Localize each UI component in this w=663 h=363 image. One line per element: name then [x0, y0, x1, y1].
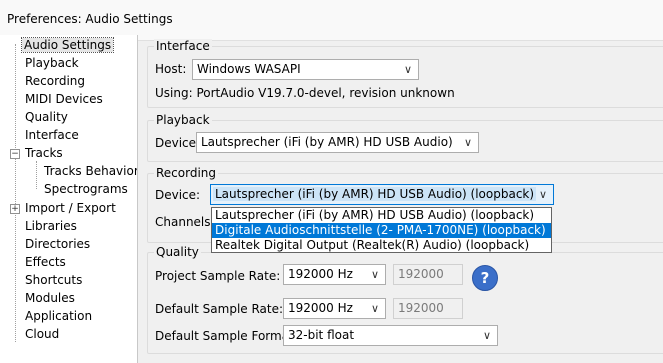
recording-group-title: Recording [154, 166, 219, 180]
tree-item-directories[interactable]: Directories [25, 235, 90, 253]
quality-group-title: Quality [154, 245, 201, 259]
tree-item-playback[interactable]: Playback [25, 54, 79, 72]
tree-item-quality[interactable]: Quality [25, 108, 68, 126]
recording-device-select[interactable]: Lautsprecher (iFi (by AMR) HD USB Audio)… [210, 184, 554, 205]
interface-group-title: Interface [154, 39, 212, 53]
host-select[interactable]: Windows WASAPI ∨ [192, 59, 419, 80]
project-sample-rate-input[interactable]: 192000 [393, 264, 463, 285]
playback-device-label: Device: [155, 136, 201, 150]
default-sample-format-label: Default Sample Format: [155, 329, 298, 343]
tree-item-shortcuts[interactable]: Shortcuts [25, 271, 82, 289]
chevron-down-icon: ∨ [370, 268, 379, 281]
tree-item-tracks[interactable]: Tracks [25, 144, 63, 162]
expand-icon[interactable]: + [10, 204, 20, 214]
tree-item-import-export[interactable]: Import / Export [25, 199, 116, 217]
recording-device-label: Device: [155, 188, 201, 202]
default-sample-rate-label: Default Sample Rate: [155, 302, 284, 316]
using-text: Using: PortAudio V19.7.0-devel, revision… [155, 86, 455, 100]
category-tree[interactable]: Audio Settings Playback Recording MIDI D… [0, 35, 138, 363]
dropdown-option-highlighted[interactable]: Digitale Audioschnittstelle (2- PMA-1700… [212, 223, 551, 238]
tree-item-effects[interactable]: Effects [25, 253, 66, 271]
host-label: Host: [155, 62, 187, 76]
tree-item-libraries[interactable]: Libraries [25, 217, 77, 235]
collapse-icon[interactable]: − [10, 149, 20, 159]
chevron-down-icon: ∨ [538, 188, 547, 201]
tree-item-cloud[interactable]: Cloud [25, 325, 59, 343]
tree-item-tracks-behaviors[interactable]: Tracks Behaviors [44, 162, 137, 180]
default-sample-format-select[interactable]: 32-bit float ∨ [283, 325, 498, 346]
dropdown-option[interactable]: Realtek Digital Output (Realtek(R) Audio… [212, 238, 551, 253]
tree-item-modules[interactable]: Modules [25, 289, 75, 307]
tree-item-application[interactable]: Application [25, 307, 92, 325]
playback-group-title: Playback [154, 113, 212, 127]
default-sample-rate-select[interactable]: 192000 Hz ∨ [283, 298, 386, 319]
project-sample-rate-label: Project Sample Rate: [155, 269, 281, 283]
window-title: Preferences: Audio Settings [7, 12, 173, 26]
chevron-down-icon: ∨ [463, 136, 472, 149]
default-sample-rate-input[interactable]: 192000 [393, 298, 463, 319]
recording-device-dropdown[interactable]: Lautsprecher (iFi (by AMR) HD USB Audio)… [211, 207, 552, 253]
channels-label: Channels: [155, 215, 215, 229]
tree-item-interface[interactable]: Interface [25, 126, 79, 144]
chevron-down-icon: ∨ [403, 63, 412, 76]
tree-item-recording[interactable]: Recording [25, 72, 85, 90]
help-icon[interactable]: ? [472, 265, 498, 291]
tree-item-audio-settings[interactable]: Audio Settings [20, 36, 115, 54]
project-sample-rate-select[interactable]: 192000 Hz ∨ [283, 264, 386, 285]
playback-device-select[interactable]: Lautsprecher (iFi (by AMR) HD USB Audio)… [196, 132, 479, 153]
tree-item-midi-devices[interactable]: MIDI Devices [25, 90, 103, 108]
tree-guide-line [15, 44, 16, 342]
chevron-down-icon: ∨ [370, 302, 379, 315]
tree-guide-line [36, 161, 37, 189]
chevron-down-icon: ∨ [482, 329, 491, 342]
tree-item-spectrograms[interactable]: Spectrograms [44, 180, 128, 198]
dropdown-option[interactable]: Lautsprecher (iFi (by AMR) HD USB Audio)… [212, 208, 551, 223]
